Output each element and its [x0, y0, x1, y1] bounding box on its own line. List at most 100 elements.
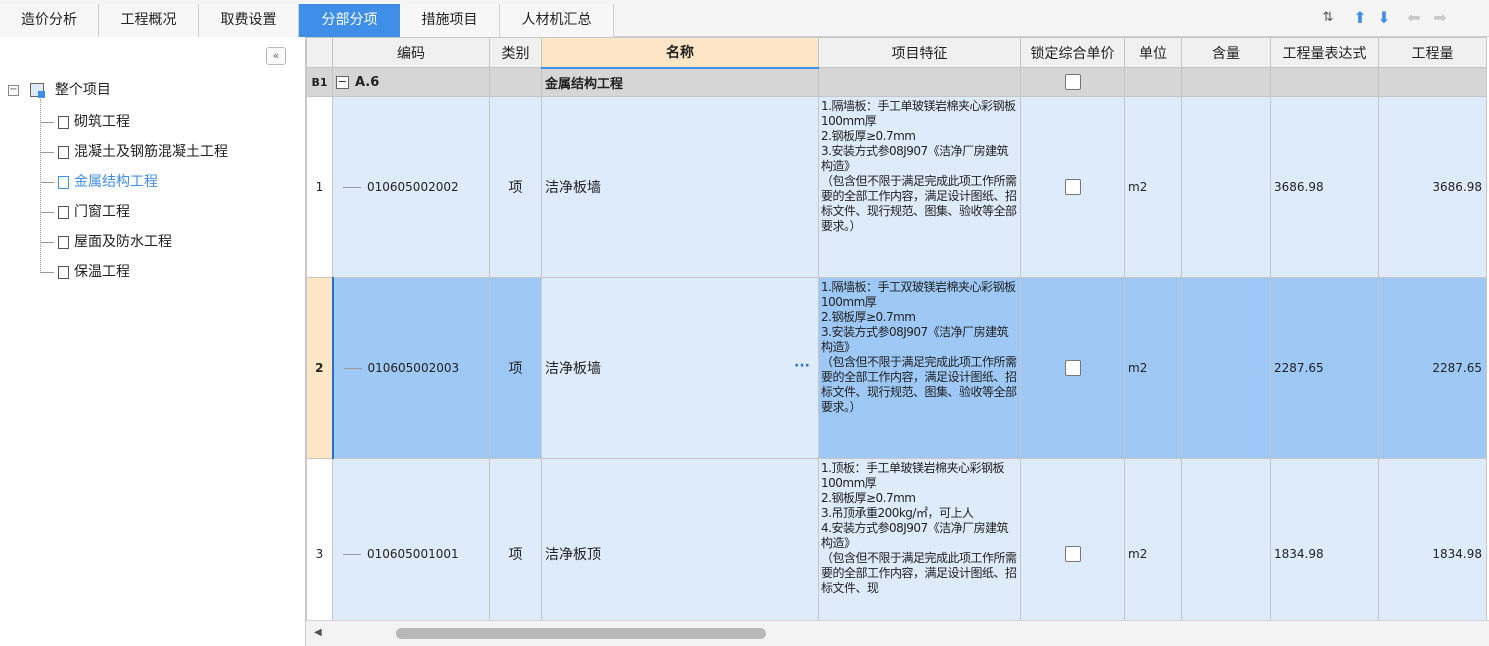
item-content[interactable]: [1181, 458, 1271, 620]
tree-item-label: 混凝土及钢筋混凝土工程: [74, 144, 228, 160]
header-name[interactable]: 名称: [541, 37, 819, 69]
tree-item-doors-windows[interactable]: 门窗工程: [40, 200, 130, 224]
tab-items[interactable]: 分部分项: [299, 4, 400, 37]
header-feature[interactable]: 项目特征: [818, 37, 1021, 68]
table-row-selected[interactable]: 2 010605002003 项 洁净板墙 ··· 1.隔墙板：手工双玻镁岩棉夹…: [306, 277, 1487, 459]
tree-item-masonry[interactable]: 砌筑工程: [40, 110, 130, 134]
tab-fee-settings[interactable]: 取费设置: [199, 4, 299, 37]
item-unit[interactable]: m2: [1124, 458, 1182, 620]
item-type[interactable]: 项: [489, 96, 542, 278]
document-icon: [58, 205, 69, 219]
grid-header-row: 编码 类别 名称 项目特征 锁定综合单价 单位 含量 工程量表达式 工程量: [306, 37, 1487, 69]
item-expression[interactable]: 3686.98: [1270, 96, 1379, 278]
lock-cell: [1020, 277, 1125, 459]
group-type-cell: [489, 67, 542, 97]
scroll-left-icon[interactable]: ◀: [314, 627, 322, 638]
header-expression[interactable]: 工程量表达式: [1270, 37, 1379, 68]
item-code[interactable]: 010605002003: [331, 277, 490, 459]
item-content[interactable]: [1181, 96, 1271, 278]
group-expression-cell: [1270, 67, 1379, 97]
item-code[interactable]: 010605002002: [332, 96, 490, 278]
project-tree-panel: « − 整个项目 砌筑工程 混凝土及钢筋混凝土工程 金属结构工程 门窗工程 屋面…: [0, 37, 306, 646]
document-icon: [58, 235, 69, 249]
header-code[interactable]: 编码: [332, 37, 490, 68]
arrow-down-icon[interactable]: ⬇: [1373, 6, 1395, 30]
document-icon: [58, 115, 69, 129]
tree-item-concrete[interactable]: 混凝土及钢筋混凝土工程: [40, 140, 228, 164]
item-unit[interactable]: m2: [1124, 277, 1182, 459]
item-type[interactable]: 项: [489, 458, 542, 620]
item-quantity[interactable]: 2287.65: [1378, 277, 1487, 459]
item-feature[interactable]: 1.隔墙板：手工单玻镁岩棉夹心彩钢板100mm厚 2.钢板厚≥0.7mm 3.安…: [818, 96, 1021, 278]
toolbar: ⇅ ⬆ ⬇ ⬅ ➡: [1309, 0, 1489, 37]
tree-item-metal-structure[interactable]: 金属结构工程: [40, 170, 158, 194]
document-icon: [58, 265, 69, 279]
collapse-icon[interactable]: −: [336, 75, 349, 89]
lock-price-checkbox[interactable]: [1064, 360, 1081, 376]
tree-item-insulation[interactable]: 保温工程: [40, 260, 130, 284]
group-row-label: B1: [306, 67, 333, 97]
tree-root[interactable]: − 整个项目: [8, 79, 111, 101]
horizontal-scrollbar[interactable]: ◀: [306, 620, 1489, 646]
tab-project-overview[interactable]: 工程概况: [99, 4, 199, 37]
group-lock-cell: [1020, 67, 1125, 97]
collapse-toggle-icon[interactable]: −: [8, 84, 19, 96]
item-type[interactable]: 项: [489, 277, 542, 459]
tree-item-label: 金属结构工程: [74, 174, 158, 190]
project-icon: [30, 83, 46, 98]
item-feature[interactable]: 1.顶板：手工单玻镁岩棉夹心彩钢板100mm厚 2.钢板厚≥0.7mm 3.吊顶…: [818, 458, 1021, 620]
tab-labor-material-summary[interactable]: 人材机汇总: [500, 4, 614, 37]
item-unit[interactable]: m2: [1124, 96, 1182, 278]
tab-measures[interactable]: 措施项目: [400, 4, 500, 37]
items-grid: 编码 类别 名称 项目特征 锁定综合单价 单位 含量 工程量表达式 工程量 B1…: [306, 37, 1489, 620]
lock-price-checkbox[interactable]: [1064, 545, 1081, 562]
row-number[interactable]: 1: [306, 96, 333, 278]
sort-icon[interactable]: ⇅: [1317, 6, 1339, 30]
document-icon: [58, 145, 69, 159]
arrow-left-icon[interactable]: ⬅: [1403, 6, 1425, 30]
header-quantity[interactable]: 工程量: [1378, 37, 1487, 68]
tree-item-label: 保温工程: [74, 264, 130, 280]
group-content-cell: [1181, 67, 1271, 97]
tree-item-roofing[interactable]: 屋面及防水工程: [40, 230, 172, 254]
row-number[interactable]: 2: [306, 277, 333, 459]
collapse-panel-button[interactable]: «: [266, 47, 286, 65]
arrow-right-icon[interactable]: ➡: [1429, 6, 1451, 30]
header-unit[interactable]: 单位: [1124, 37, 1182, 68]
lock-price-checkbox[interactable]: [1064, 179, 1081, 195]
group-code-cell: − A.6: [332, 67, 490, 97]
lock-cell: [1020, 458, 1125, 620]
group-name: 金属结构工程: [541, 67, 819, 97]
table-row[interactable]: 1 010605002002 项 洁净板墙 1.隔墙板：手工单玻镁岩棉夹心彩钢板…: [306, 96, 1487, 278]
tab-cost-analysis[interactable]: 造价分析: [0, 4, 99, 37]
tree-root-label: 整个项目: [54, 82, 111, 98]
group-row[interactable]: B1 − A.6 金属结构工程: [306, 67, 1487, 97]
item-name[interactable]: 洁净板顶: [541, 458, 819, 620]
lock-price-checkbox[interactable]: [1064, 74, 1081, 90]
table-row[interactable]: 3 010605001001 项 洁净板顶 1.顶板：手工单玻镁岩棉夹心彩钢板1…: [306, 458, 1487, 620]
item-quantity[interactable]: 3686.98: [1378, 96, 1487, 278]
item-name: 洁净板墙: [545, 361, 601, 377]
item-content[interactable]: [1181, 277, 1271, 459]
header-content[interactable]: 含量: [1181, 37, 1271, 68]
item-code[interactable]: 010605001001: [332, 458, 490, 620]
item-feature[interactable]: 1.隔墙板：手工双玻镁岩棉夹心彩钢板100mm厚 2.钢板厚≥0.7mm 3.安…: [818, 277, 1021, 459]
item-name-cell[interactable]: 洁净板墙 ···: [541, 277, 819, 459]
more-options-icon[interactable]: ···: [794, 358, 810, 374]
group-code: A.6: [355, 74, 380, 90]
group-feature-cell: [818, 67, 1021, 97]
scroll-thumb[interactable]: [396, 628, 766, 639]
item-name[interactable]: 洁净板墙: [541, 96, 819, 278]
tree-item-label: 砌筑工程: [74, 114, 130, 130]
row-number[interactable]: 3: [306, 458, 333, 620]
tab-bar: 造价分析 工程概况 取费设置 分部分项 措施项目 人材机汇总 ⇅ ⬆ ⬇ ⬅ ➡: [0, 0, 1489, 37]
item-quantity[interactable]: 1834.98: [1378, 458, 1487, 620]
tree-item-label: 屋面及防水工程: [74, 234, 172, 250]
arrow-up-icon[interactable]: ⬆: [1349, 6, 1371, 30]
header-type[interactable]: 类别: [489, 37, 542, 68]
tree-item-label: 门窗工程: [74, 204, 130, 220]
header-lock-price[interactable]: 锁定综合单价: [1020, 37, 1125, 68]
item-expression[interactable]: 1834.98: [1270, 458, 1379, 620]
item-expression[interactable]: 2287.65: [1270, 277, 1379, 459]
group-unit-cell: [1124, 67, 1182, 97]
